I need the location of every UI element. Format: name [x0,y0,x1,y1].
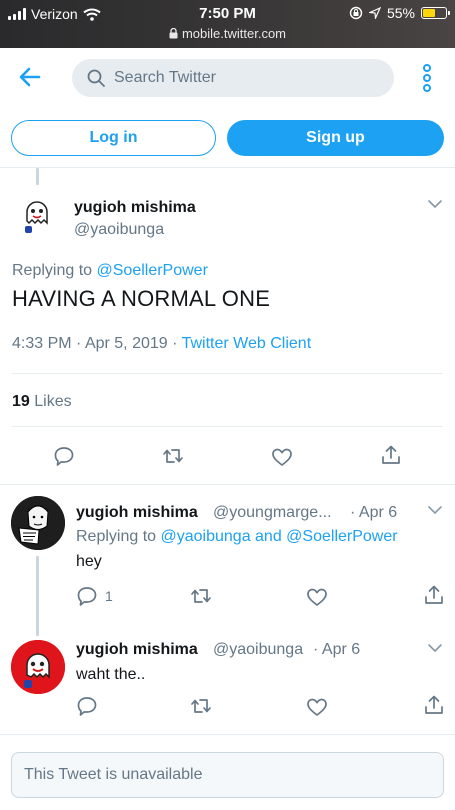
replying-to: Replying to @yaoibunga and @SoellerPower [76,528,398,546]
share-icon[interactable] [423,584,445,606]
search-input[interactable]: Search Twitter [72,59,394,97]
replying-prefix: Replying to [76,528,157,545]
search-placeholder: Search Twitter [114,69,216,86]
chevron-down-icon[interactable] [427,643,443,653]
reply-author-handle[interactable]: @yaoibunga [213,641,303,659]
share-icon[interactable] [423,694,445,716]
tweet-meta: 4:33 PM · Apr 5, 2019 · Twitter Web Clie… [12,335,312,352]
login-button[interactable]: Log in [11,120,216,156]
reply-author-name[interactable]: yugioh mishima [76,504,198,522]
divider [0,484,455,485]
reply-date[interactable]: · Apr 6 [313,641,360,659]
url-text: mobile.twitter.com [181,26,287,41]
divider [12,426,443,427]
avatar[interactable] [11,496,65,550]
reply-icon[interactable] [76,585,98,607]
replying-prefix: Replying to [12,262,93,279]
battery-level [423,9,436,17]
divider [0,734,455,735]
more-icon[interactable] [418,62,436,94]
retweet-icon[interactable] [162,445,184,467]
url-bar[interactable]: mobile.twitter.com [0,26,455,41]
tweet-date[interactable]: Apr 5, 2019 [85,335,168,352]
back-arrow-icon[interactable] [12,62,48,92]
author-name[interactable]: yugioh mishima [74,199,196,217]
reply-count: 1 [105,588,113,604]
comic-avatar-image [11,496,65,550]
likes-stat[interactable]: 19 Likes [12,393,72,411]
reply-date-text: Apr 6 [321,641,361,658]
share-icon[interactable] [380,444,402,466]
divider [0,167,455,168]
like-icon[interactable] [271,446,293,468]
likes-label: Likes [34,393,72,410]
lock-icon [169,27,178,39]
likes-count: 19 [12,393,30,410]
reply-author-name[interactable]: yugioh mishima [76,641,198,659]
reply-text: hey [76,553,102,570]
replying-to: Replying to @SoellerPower [12,262,208,280]
reply-author-handle[interactable]: @youngmarge... [213,504,332,522]
chevron-down-icon[interactable] [427,199,443,209]
chevron-down-icon[interactable] [427,505,443,515]
replying-to-link[interactable]: @yaoibunga and @SoellerPower [161,528,398,545]
like-icon[interactable] [306,696,328,718]
signup-button[interactable]: Sign up [227,120,444,156]
rotation-lock-icon [349,6,363,20]
avatar[interactable] [11,640,65,694]
unavailable-tweet: This Tweet is unavailable [11,752,444,798]
replying-to-link[interactable]: @SoellerPower [97,262,208,279]
like-icon[interactable] [306,586,328,608]
status-indicators: 55% [349,5,450,21]
retweet-icon[interactable] [190,695,212,717]
reply-date-text: Apr 6 [358,504,398,521]
battery-percent: 55% [386,5,415,21]
ghost-avatar-image [11,640,65,694]
divider [12,373,443,374]
battery-icon [421,7,450,19]
reply-date[interactable]: · Apr 6 [350,504,397,522]
thread-line [36,556,39,636]
reply-icon[interactable] [53,445,75,467]
ghost-avatar-image [14,190,60,236]
tweet-text: HAVING A NORMAL ONE [12,286,271,311]
tweet-client[interactable]: Twitter Web Client [182,335,312,352]
reply-text: waht the.. [76,666,146,683]
thread-line [36,168,39,185]
author-handle[interactable]: @yaoibunga [74,221,164,239]
tweet-time[interactable]: 4:33 PM [12,335,72,352]
search-icon [87,69,105,87]
avatar[interactable] [14,190,60,236]
location-icon [368,7,381,19]
reply-icon[interactable] [76,695,98,717]
status-bar: Verizon 7:50 PM mobile.twitter.com 55% [0,0,455,48]
retweet-icon[interactable] [190,585,212,607]
